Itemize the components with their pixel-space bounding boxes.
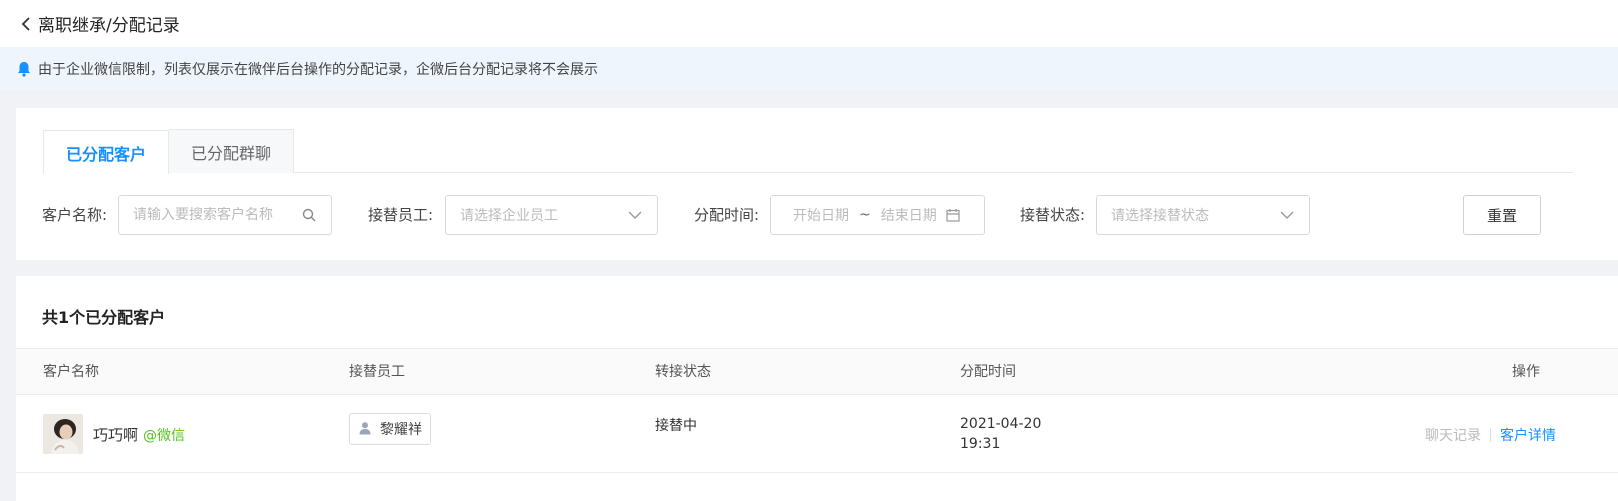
assign-date: 2021-04-20 [960, 416, 1042, 432]
page-title: 离职继承/分配记录 [38, 16, 180, 36]
assign-time: 2021-04-20 19:31 [960, 414, 1041, 454]
status-label: 接替状态: [1020, 206, 1086, 224]
assign-time-label: 分配时间: [694, 206, 760, 224]
avatar [43, 414, 83, 454]
customer-detail-link[interactable]: 客户详情 [1500, 425, 1556, 445]
reset-button[interactable]: 重置 [1463, 195, 1541, 235]
customer-source: @微信 [143, 428, 186, 444]
col-assign-time: 分配时间 [960, 364, 1016, 380]
chat-record-link[interactable]: 聊天记录 [1425, 425, 1481, 445]
tab-assigned-groups[interactable]: 已分配群聊 [169, 129, 295, 173]
status-placeholder: 请选择接替状态 [1111, 208, 1209, 224]
table-row: 巧巧啊 @微信 黎耀祥 接替中 2021-04-20 19:31 聊天记录 客户详… [16, 395, 1618, 473]
action-divider [1490, 428, 1491, 442]
calendar-icon [945, 207, 961, 223]
list-card: 共1个已分配客户 客户名称 接替员工 转接状态 分配时间 操作 巧巧啊 @微信 黎… [16, 276, 1618, 501]
page-header: 离职继承/分配记录 [0, 0, 1618, 47]
col-successor: 接替员工 [349, 364, 405, 380]
successor-select[interactable]: 请选择企业员工 [445, 195, 658, 235]
transfer-status: 接替中 [655, 418, 697, 434]
col-actions: 操作 [1512, 364, 1540, 380]
row-actions: 聊天记录 客户详情 [1425, 425, 1556, 445]
customer-name-search [118, 195, 332, 235]
search-icon[interactable] [301, 207, 317, 223]
customer-name-input[interactable] [133, 207, 301, 223]
bell-icon [17, 61, 33, 77]
chevron-left-icon[interactable] [16, 14, 36, 34]
filter-card: 已分配客户 已分配群聊 客户名称: 接替员工: 请选择企业员工 分配时间: 开始… [16, 108, 1618, 260]
customer-name-text: 巧巧啊 [93, 426, 139, 444]
col-transfer-status: 转接状态 [655, 364, 711, 380]
successor-tag: 黎耀祥 [349, 413, 431, 445]
notice-text: 由于企业微信限制，列表仅展示在微伴后台操作的分配记录，企微后台分配记录将不会展示 [38, 61, 598, 78]
filter-row: 客户名称: 接替员工: 请选择企业员工 分配时间: 开始日期 ~ 结束日期 接替… [42, 195, 1582, 235]
customer-name[interactable]: 巧巧啊 @微信 [93, 424, 185, 445]
date-range-separator: ~ [859, 207, 871, 223]
result-count: 共1个已分配客户 [42, 308, 166, 327]
status-select[interactable]: 请选择接替状态 [1096, 195, 1310, 235]
user-icon [358, 421, 374, 437]
customer-name-label: 客户名称: [42, 206, 108, 224]
table-header: 客户名称 接替员工 转接状态 分配时间 操作 [16, 348, 1618, 395]
col-customer-name: 客户名称 [43, 364, 99, 380]
chevron-down-icon [1279, 207, 1295, 223]
successor-name: 黎耀祥 [380, 422, 422, 438]
tab-assigned-customers[interactable]: 已分配客户 [43, 130, 170, 174]
assign-time-range[interactable]: 开始日期 ~ 结束日期 [770, 195, 985, 235]
tab-bar: 已分配客户 已分配群聊 [43, 129, 1573, 174]
successor-label: 接替员工: [368, 206, 434, 224]
assign-clock: 19:31 [960, 436, 1001, 452]
notice-bar: 由于企业微信限制，列表仅展示在微伴后台操作的分配记录，企微后台分配记录将不会展示 [0, 47, 1618, 90]
end-date-placeholder[interactable]: 结束日期 [881, 205, 937, 225]
successor-placeholder: 请选择企业员工 [460, 208, 558, 224]
start-date-placeholder[interactable]: 开始日期 [793, 205, 849, 225]
chevron-down-icon [627, 207, 643, 223]
